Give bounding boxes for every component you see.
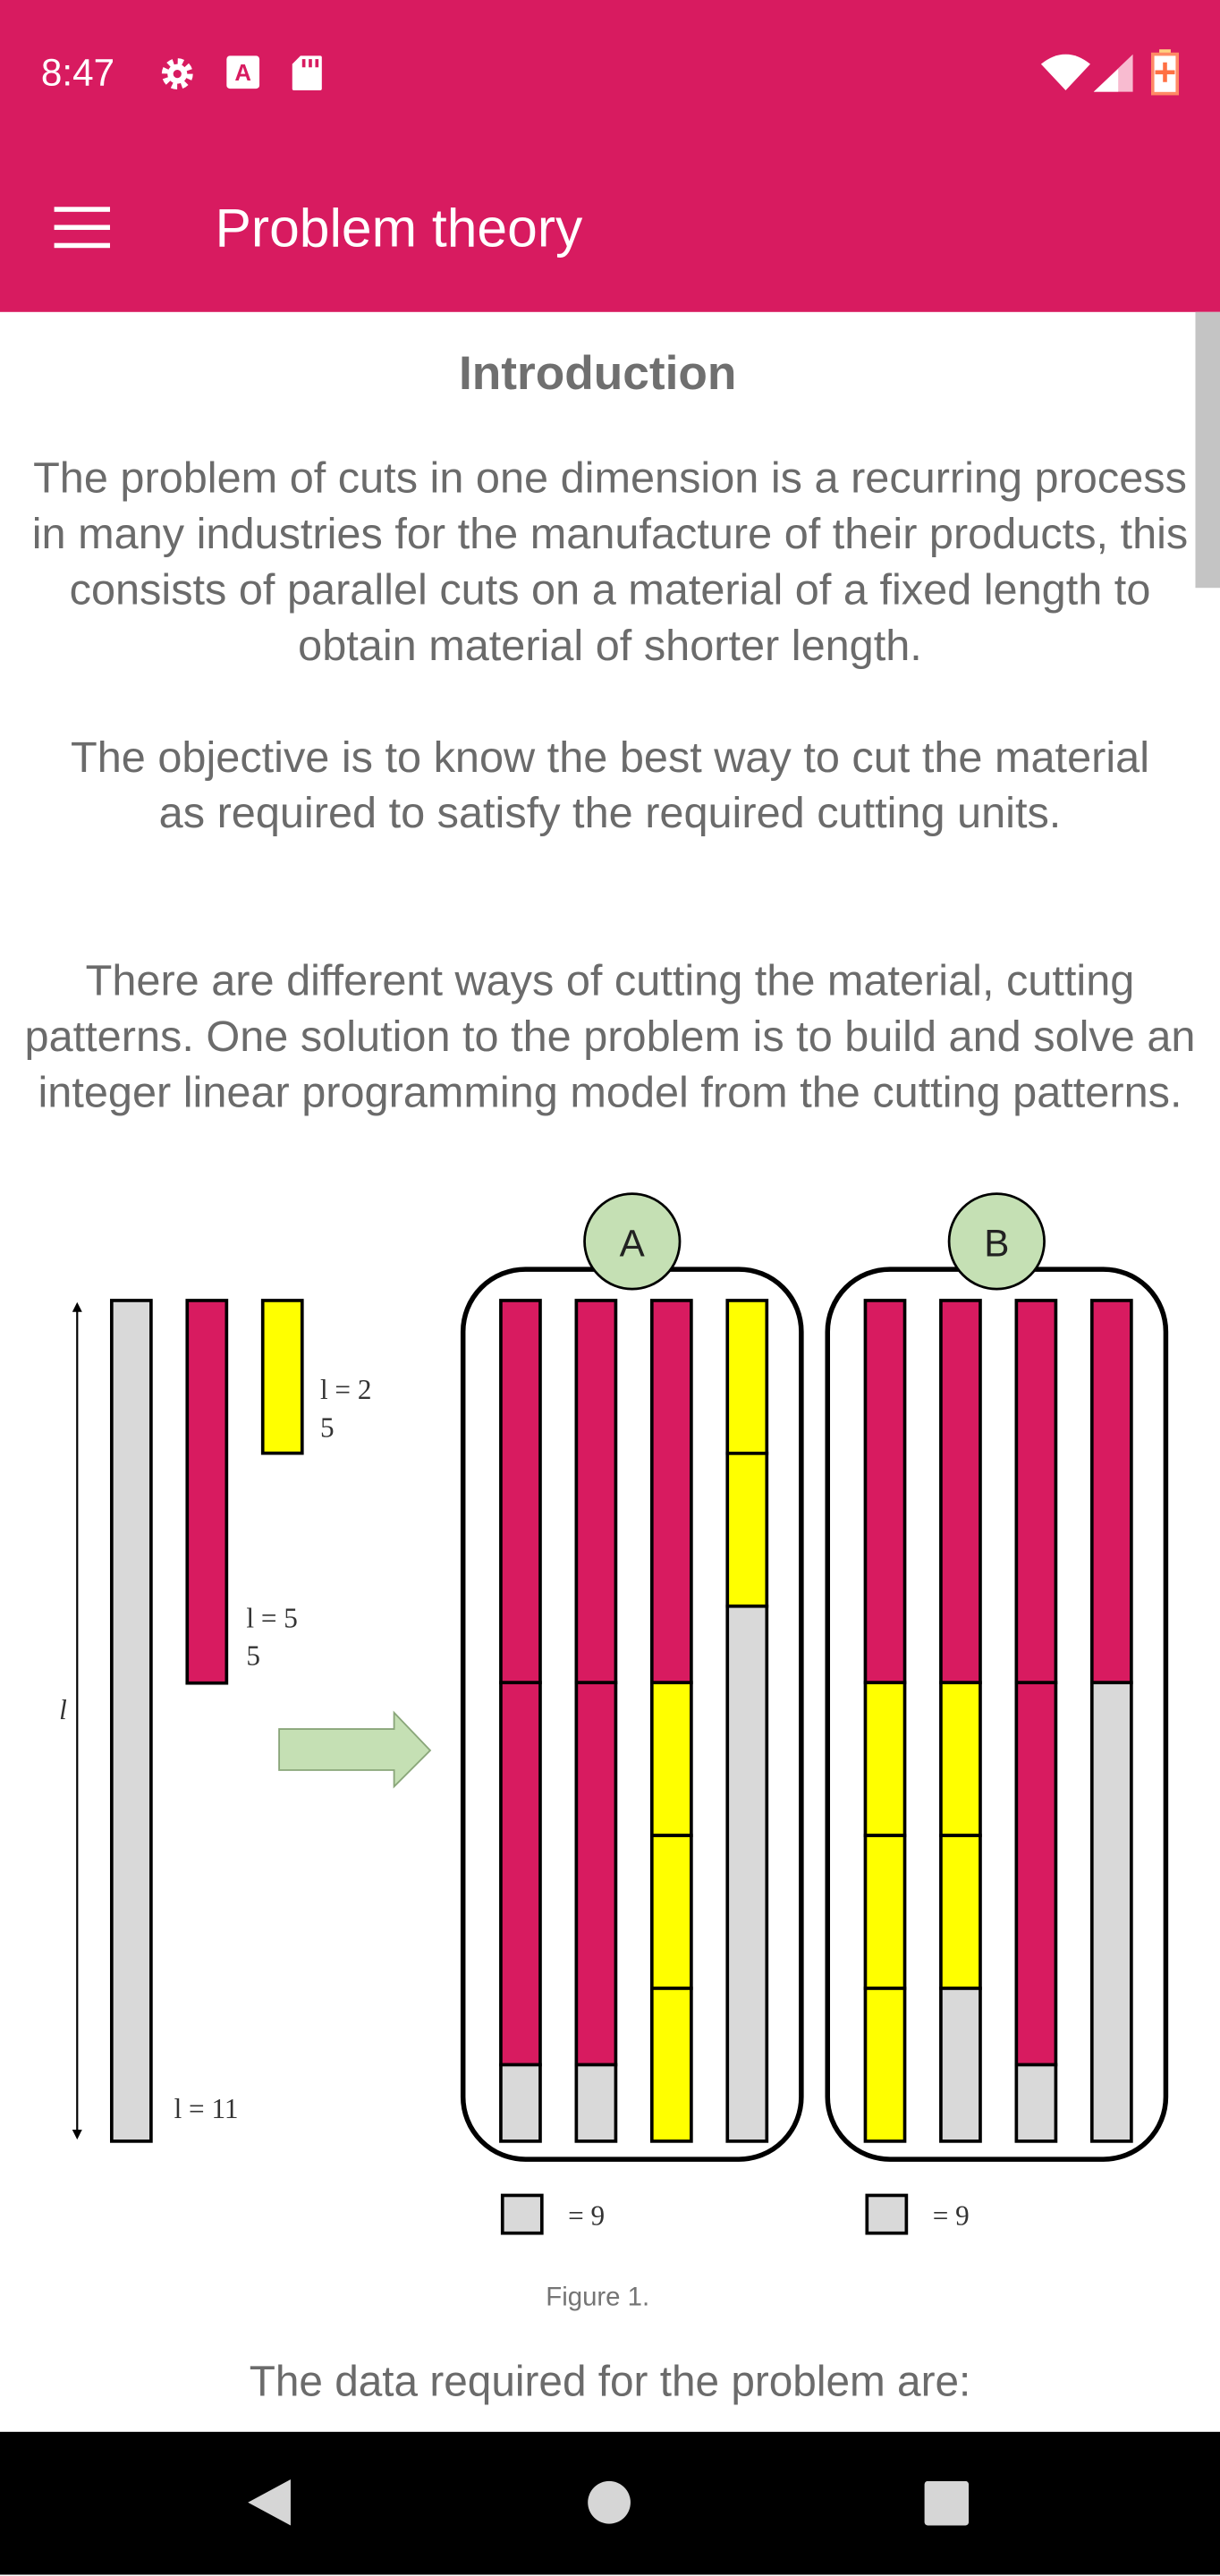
font-a-icon: A bbox=[226, 55, 260, 89]
pink-label-2: 5 bbox=[246, 1640, 260, 1672]
scrollbar[interactable] bbox=[1195, 311, 1220, 589]
stock-bar bbox=[109, 1299, 153, 2143]
sd-card-icon bbox=[292, 55, 322, 90]
paragraph: The objective is to know the best way to… bbox=[70, 732, 1150, 838]
content-scroll[interactable]: Introduction The problem of cuts in one … bbox=[0, 312, 1196, 2432]
recents-icon[interactable] bbox=[924, 2480, 970, 2526]
section-heading: Introduction bbox=[458, 348, 737, 401]
legend-waste-swatch bbox=[865, 2193, 909, 2235]
yellow-segment bbox=[649, 1834, 693, 1990]
yellow-segment bbox=[863, 1681, 907, 1837]
wifi-icon bbox=[1040, 54, 1090, 90]
pink-segment bbox=[1089, 1299, 1133, 1685]
hamburger-menu-icon[interactable] bbox=[54, 207, 110, 250]
paragraph: There are different ways of cutting the … bbox=[24, 955, 1196, 1117]
legend-waste-count: = 9 bbox=[568, 2200, 605, 2232]
svg-text:A: A bbox=[234, 61, 251, 86]
pink-segment bbox=[499, 1681, 542, 2067]
pink-segment bbox=[574, 1681, 618, 2067]
signal-icon bbox=[1093, 54, 1133, 92]
piece-pink bbox=[185, 1299, 229, 1685]
yellow-segment bbox=[649, 1987, 693, 2143]
pink-segment bbox=[1014, 1299, 1058, 1685]
pink-segment bbox=[574, 1299, 618, 1685]
waste-segment bbox=[1089, 1681, 1133, 2143]
yellow-segment bbox=[863, 1987, 907, 2143]
waste-segment bbox=[1014, 2063, 1058, 2143]
status-time: 8:47 bbox=[40, 50, 115, 94]
navigation-bar bbox=[0, 2431, 1220, 2575]
pattern-label: B bbox=[984, 1222, 1009, 1264]
waste-segment bbox=[725, 1604, 769, 2143]
yellow-label-2: 5 bbox=[320, 1411, 335, 1443]
figure-caption: Figure 1. bbox=[546, 2284, 650, 2312]
waste-segment bbox=[939, 1987, 982, 2143]
legend-waste-swatch bbox=[500, 2193, 544, 2235]
status-bar: 8:47 A bbox=[0, 0, 1220, 145]
app-bar: 8:47 A Problem theory bbox=[0, 0, 1220, 312]
arrow-right-icon bbox=[278, 1710, 432, 1789]
waste-segment bbox=[574, 2063, 618, 2143]
yellow-segment bbox=[939, 1681, 982, 1837]
toolbar: Problem theory bbox=[0, 145, 1220, 312]
pink-segment bbox=[939, 1299, 982, 1685]
figure-cutting-patterns: l l = 2 5 l = 5 5 l = 11 A = 9 B = 9 bbox=[59, 1192, 1169, 2235]
pattern-label: A bbox=[620, 1222, 646, 1264]
gear-icon bbox=[161, 58, 193, 90]
home-icon[interactable] bbox=[586, 2479, 631, 2525]
back-icon[interactable] bbox=[246, 2478, 292, 2527]
pink-segment bbox=[863, 1299, 907, 1685]
yellow-segment bbox=[939, 1834, 982, 1990]
yellow-segment bbox=[863, 1834, 907, 1990]
pink-segment bbox=[1014, 1681, 1058, 2067]
pink-label: l = 5 bbox=[246, 1602, 297, 1633]
piece-yellow bbox=[260, 1299, 304, 1455]
paragraph: The data required for the problem are: bbox=[249, 2356, 971, 2406]
length-label: l bbox=[59, 1694, 67, 1725]
paragraph: The problem of cuts in one dimension is … bbox=[31, 453, 1189, 671]
pink-segment bbox=[649, 1299, 693, 1685]
pink-segment bbox=[499, 1299, 542, 1685]
waste-segment bbox=[499, 2063, 542, 2143]
yellow-segment bbox=[725, 1299, 769, 1455]
yellow-segment bbox=[649, 1681, 693, 1837]
battery-charging-icon bbox=[1150, 49, 1180, 96]
legend-waste-count: = 9 bbox=[933, 2200, 970, 2232]
page-title: Problem theory bbox=[215, 197, 583, 258]
yellow-label: l = 2 bbox=[320, 1374, 371, 1405]
stock-label: l = 11 bbox=[174, 2093, 239, 2124]
yellow-segment bbox=[725, 1452, 769, 1608]
